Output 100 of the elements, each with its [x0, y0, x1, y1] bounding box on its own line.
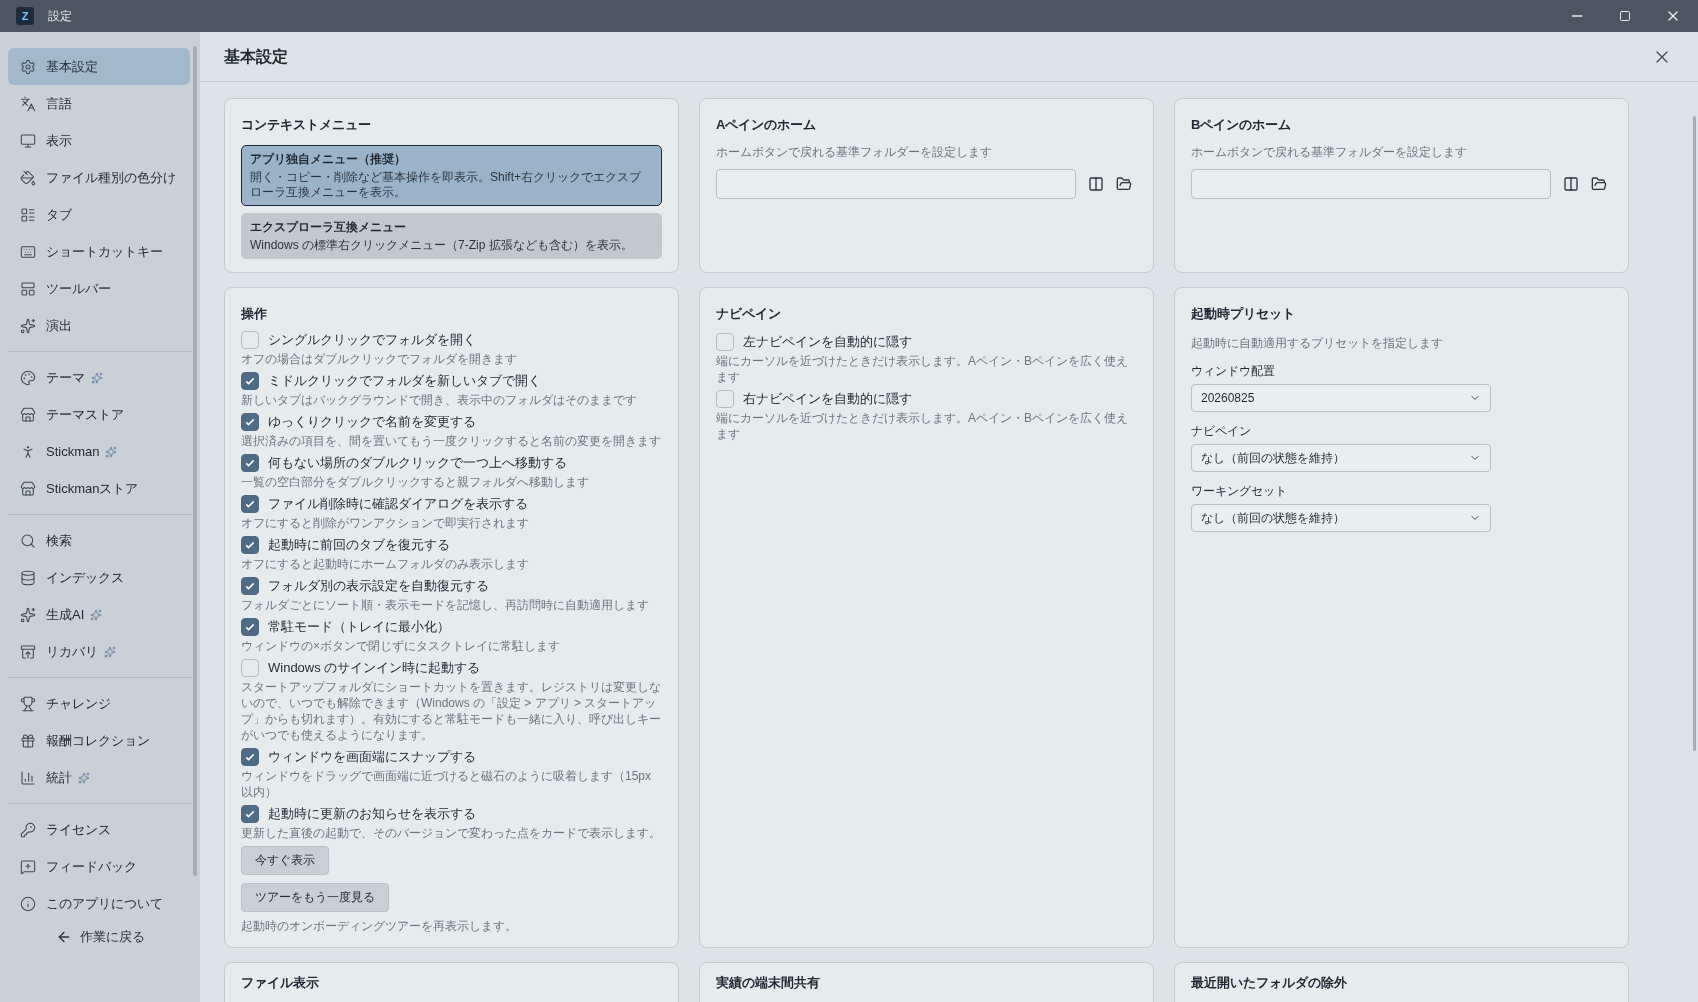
sidebar-item[interactable]: 基本設定	[8, 48, 190, 85]
sidebar-item[interactable]: フィードバック	[8, 848, 190, 885]
field-label: ウィンドウ配置	[1191, 362, 1276, 380]
paint-bucket-icon	[20, 169, 36, 186]
checkbox[interactable]	[716, 332, 734, 351]
sidebar-item[interactable]: 生成AI	[8, 596, 190, 633]
option-label: ミドルクリックでフォルダを新しいタブで開く	[268, 371, 541, 390]
maximize-icon[interactable]	[1619, 10, 1631, 22]
option-description: オフにすると削除がワンアクションで即実行されます	[241, 514, 530, 531]
list-icon	[20, 206, 36, 223]
option-label: ゆっくりクリックで名前を変更する	[268, 412, 476, 431]
search-icon	[20, 532, 36, 549]
sidebar-item[interactable]: インデックス	[8, 559, 190, 596]
tour-button[interactable]: ツアーをもう一度見る	[241, 882, 389, 912]
checkbox[interactable]	[241, 535, 259, 554]
field-label: ナビペイン	[1191, 422, 1252, 440]
checkbox[interactable]	[241, 747, 259, 766]
sidebar-item[interactable]: 検索	[8, 522, 190, 559]
store-icon	[20, 480, 36, 497]
card-title: 最近開いたフォルダの除外	[1191, 974, 1348, 992]
sidebar-item[interactable]: ショートカットキー	[8, 233, 190, 270]
option-label: 何もない場所のダブルクリックで一つ上へ移動する	[268, 453, 567, 472]
page-title: 基本設定	[224, 46, 288, 67]
option-description: ウィンドウをドラッグで画面端に近づけると磁石のように吸着します（15px 以内）	[241, 767, 653, 800]
sidebar-item[interactable]: このアプリについて	[8, 885, 190, 922]
sidebar-item[interactable]: 演出	[8, 307, 190, 344]
card-title: Aペインのホーム	[716, 116, 818, 134]
sidebar-item[interactable]: タブ	[8, 196, 190, 233]
translate-icon	[20, 95, 36, 112]
option-label: 常駐モード（トレイに最小化）	[268, 617, 450, 636]
sidebar-item[interactable]: テーマ	[8, 359, 190, 396]
sidebar-item[interactable]: ライセンス	[8, 811, 190, 848]
sidebar-item[interactable]: Stickmanストア	[8, 470, 190, 507]
window-title: 設定	[48, 8, 72, 25]
app-logo: Z	[16, 7, 34, 25]
option-label: 起動時に前回のタブを復元する	[268, 535, 450, 554]
info-icon	[20, 895, 36, 912]
option-description: ウィンドウの×ボタンで閉じずにタスクトレイに常駐します	[241, 637, 561, 654]
folder-open-icon[interactable]	[1591, 175, 1607, 192]
option-label: 右ナビペインを自動的に隠す	[743, 389, 912, 408]
checkbox[interactable]	[241, 371, 259, 390]
sidebar-item[interactable]: 言語	[8, 85, 190, 122]
checkbox[interactable]	[241, 617, 259, 636]
card-title: ナビペイン	[716, 305, 782, 323]
back-button[interactable]: 作業に戻る	[8, 924, 192, 951]
gift-icon	[20, 732, 36, 749]
checkbox[interactable]	[716, 389, 734, 408]
sparkle-icon	[20, 317, 36, 334]
checkbox[interactable]	[241, 658, 259, 677]
sidebar-item[interactable]: 統計	[8, 759, 190, 796]
trophy-icon	[20, 695, 36, 712]
gear-icon	[20, 58, 36, 75]
card-title: Bペインのホーム	[1191, 116, 1293, 134]
option-description: フォルダごとにソート順・表示モードを記憶し、再訪問時に自動適用します	[241, 596, 650, 613]
sidebar-item[interactable]: ツールバー	[8, 270, 190, 307]
checkbox[interactable]	[241, 576, 259, 595]
sidebar-item[interactable]: Stickman	[8, 433, 190, 470]
folder-open-icon[interactable]	[1116, 175, 1132, 192]
message-plus-icon	[20, 858, 36, 875]
dropdown[interactable]: なし（前回の状態を維持）	[1191, 503, 1491, 532]
menu-option[interactable]: エクスプローラ互換メニュー Windows の標準右クリックメニュー（7-Zip 拡張なども含む）を表示。	[241, 212, 662, 259]
card-title: 実績の端末間共有	[716, 974, 821, 992]
option-label: 起動時に更新のお知らせを表示する	[268, 804, 476, 823]
sidebar-item[interactable]: 報酬コレクション	[8, 722, 190, 759]
split-pane-icon[interactable]	[1563, 175, 1579, 192]
sidebar-item[interactable]: チャレンジ	[8, 685, 190, 722]
sparkle-icon	[20, 606, 36, 623]
option-label: 左ナビペインを自動的に隠す	[743, 332, 912, 351]
option-label: フォルダ別の表示設定を自動復元する	[268, 576, 489, 595]
bar-chart-icon	[20, 769, 36, 786]
card-title: ファイル表示	[241, 974, 320, 992]
checkbox[interactable]	[241, 494, 259, 513]
card-description: ホームボタンで戻れる基準フォルダーを設定します	[1191, 143, 1468, 161]
card-title: 操作	[241, 305, 268, 323]
show-now-button[interactable]: 今すぐ表示	[241, 845, 329, 875]
dropdown[interactable]: なし（前回の状態を維持）	[1191, 443, 1491, 472]
checkbox[interactable]	[241, 330, 259, 349]
card-description: 起動時に自動適用するプリセットを指定します	[1191, 334, 1444, 352]
dropdown[interactable]: 20260825	[1191, 383, 1491, 412]
checkbox[interactable]	[241, 453, 259, 472]
menu-option[interactable]: アプリ独自メニュー（推奨） 開く・コピー・削除など基本操作を即表示。Shift+右クリックでエクスプローラ互換メニューを表示。	[241, 144, 662, 206]
field-label: ワーキングセット	[1191, 482, 1288, 500]
sidebar-item[interactable]: ファイル種別の色分け	[8, 159, 190, 196]
sidebar-item[interactable]: 表示	[8, 122, 190, 159]
option-description: スタートアップフォルダにショートカットを置きます。レジストリは変更しないので、いつでも解除できます（Windows の「設定 > アプリ > スタートアップ」からも切れます）。有効にすると常駐モードも一緒に入り、呼び出しキーがいつでも使えるようになります。	[241, 678, 662, 743]
keyboard-icon	[20, 243, 36, 260]
option-label: ファイル削除時に確認ダイアログを表示する	[268, 494, 528, 513]
store-icon	[20, 406, 36, 423]
checkbox[interactable]	[241, 412, 259, 431]
key-icon	[20, 821, 36, 838]
card-title: コンテキストメニュー	[241, 116, 372, 134]
checkbox[interactable]	[241, 804, 259, 823]
sidebar-item[interactable]: テーマストア	[8, 396, 190, 433]
folder-path-field[interactable]	[1191, 168, 1551, 199]
sidebar-item[interactable]: リカバリ	[8, 633, 190, 670]
option-description: オフの場合はダブルクリックでフォルダを開きます	[241, 350, 518, 367]
split-pane-icon[interactable]	[1088, 175, 1104, 192]
option-description: 端にカーソルを近づけたときだけ表示します。Aペイン・Bペインを広く使えます	[716, 409, 1129, 442]
folder-path-field[interactable]	[716, 168, 1076, 199]
card-title: 起動時プリセット	[1191, 305, 1296, 323]
